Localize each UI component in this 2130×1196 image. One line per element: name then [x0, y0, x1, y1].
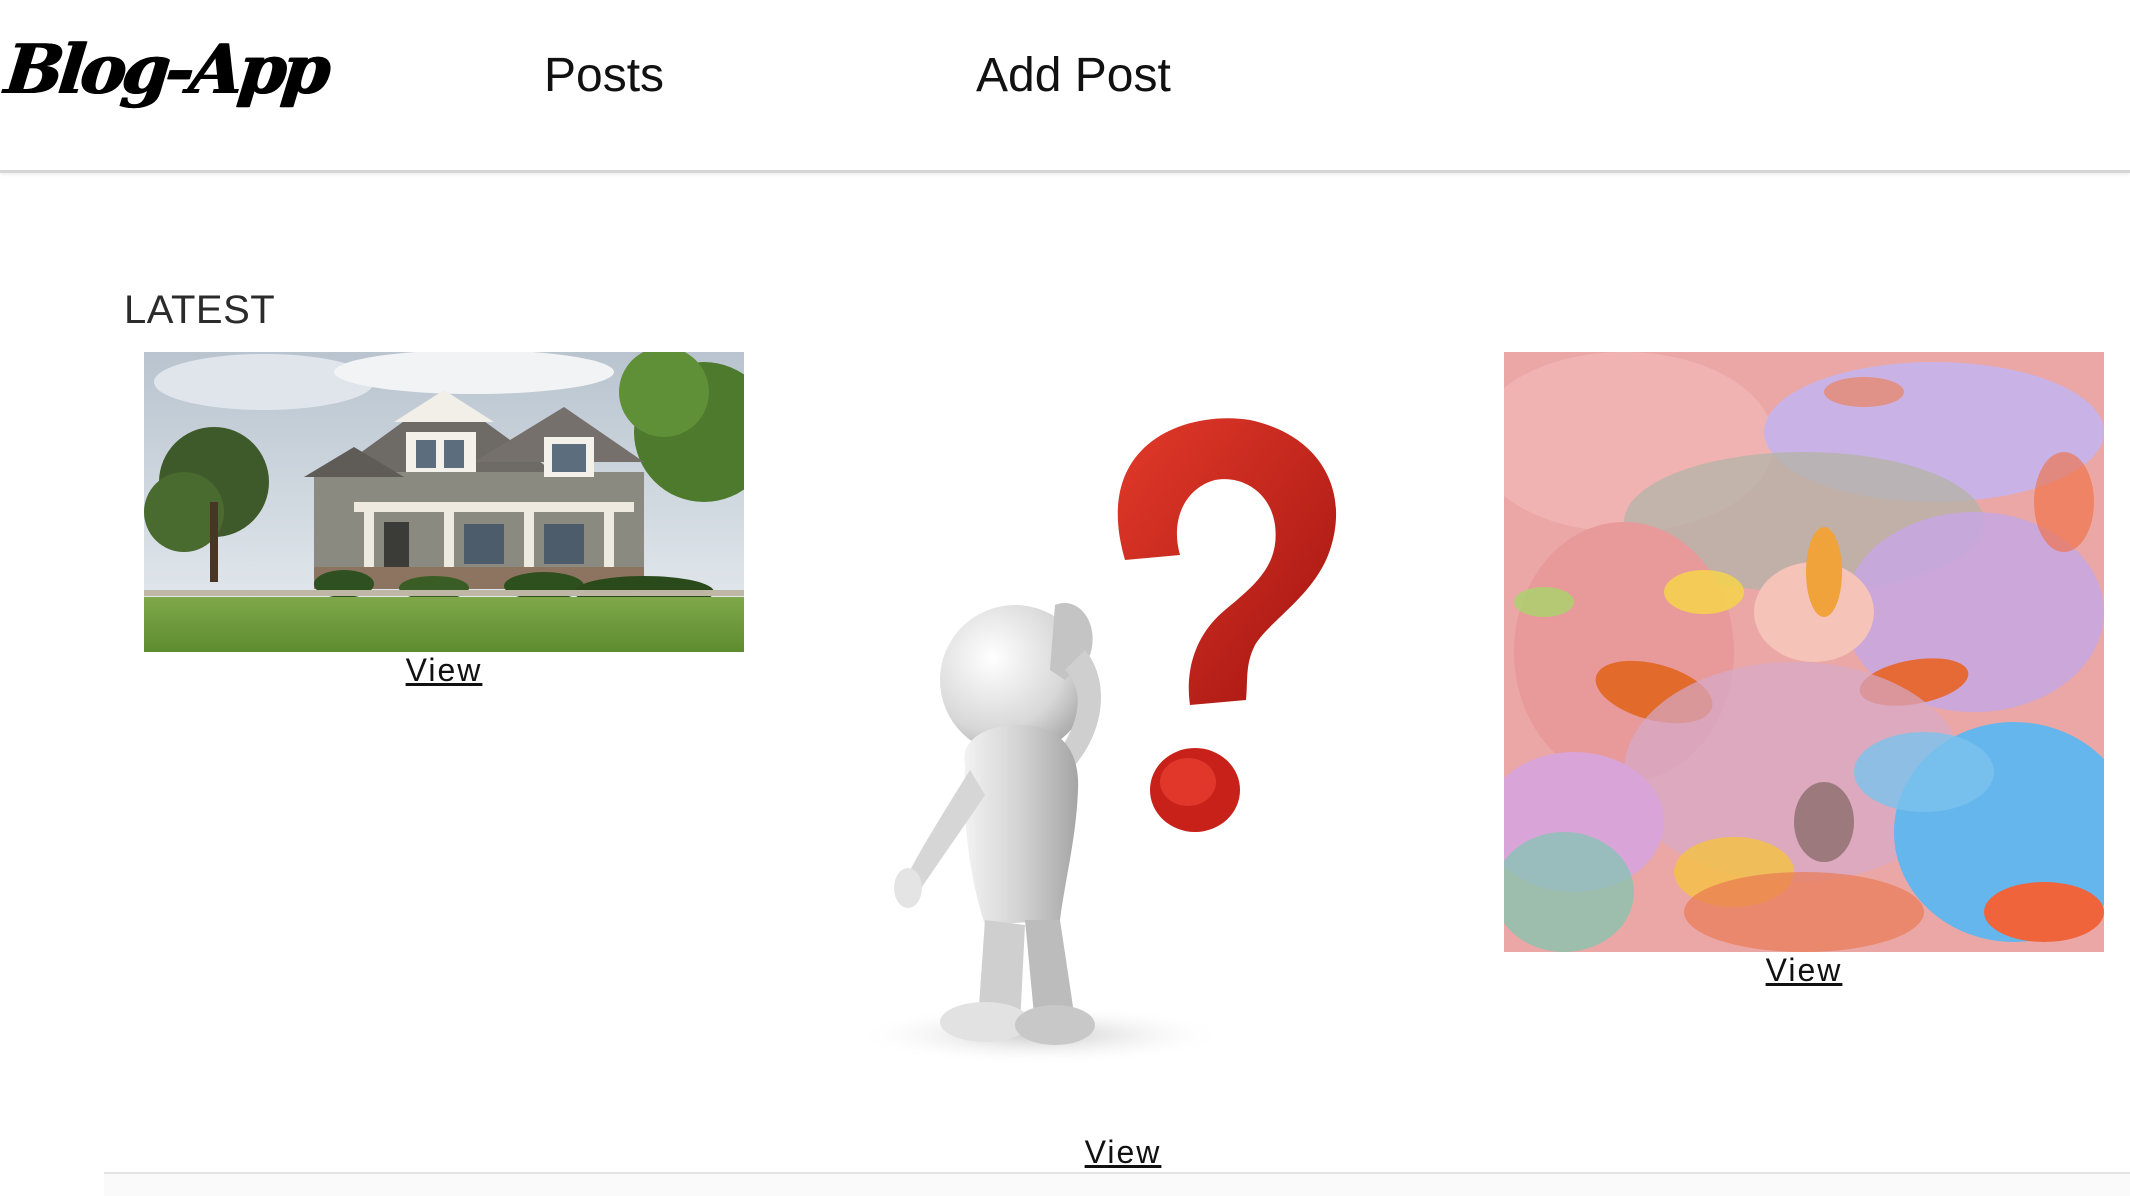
post-card: View	[1504, 352, 2104, 988]
view-link[interactable]: View	[1085, 1134, 1162, 1171]
post-image-abstract-painting[interactable]	[1504, 352, 2104, 957]
section-title: LATEST	[124, 288, 276, 332]
nav-link-posts[interactable]: Posts	[544, 48, 664, 103]
view-link[interactable]: View	[406, 652, 483, 689]
post-image-house[interactable]	[144, 352, 744, 657]
navbar: Blog-App Posts Add Post	[0, 0, 2130, 173]
brand-logo[interactable]: Blog-App	[2, 30, 331, 110]
view-link[interactable]: View	[1766, 952, 1843, 989]
nav-link-add-post[interactable]: Add Post	[976, 48, 1171, 103]
post-card: View	[850, 380, 1550, 1170]
post-image-question-figure[interactable]	[850, 380, 1550, 1105]
post-card: View	[144, 352, 744, 688]
footer-divider	[104, 1172, 2130, 1196]
